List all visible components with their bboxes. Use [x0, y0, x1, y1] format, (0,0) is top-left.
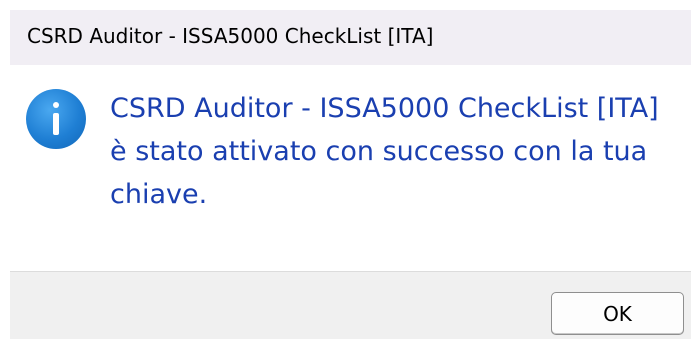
dialog-content: CSRD Auditor - ISSA5000 CheckList [ITA] …	[10, 65, 691, 271]
message-dialog: CSRD Auditor - ISSA5000 CheckList [ITA] …	[0, 0, 697, 349]
message-text: CSRD Auditor - ISSA5000 CheckList [ITA] …	[110, 87, 680, 216]
title-bar[interactable]: CSRD Auditor - ISSA5000 CheckList [ITA]	[10, 10, 691, 65]
info-icon	[26, 89, 86, 149]
message-line: chiave.	[110, 179, 208, 210]
info-icon-dot	[53, 102, 59, 108]
message-line: è stato attivato con successo con la tua	[110, 136, 648, 167]
ok-button[interactable]: OK	[551, 292, 684, 335]
message-line: CSRD Auditor - ISSA5000 CheckList [ITA]	[110, 93, 659, 124]
window-title: CSRD Auditor - ISSA5000 CheckList [ITA]	[27, 24, 434, 48]
dialog-footer: OK	[10, 271, 691, 339]
info-icon-stem	[53, 113, 59, 135]
